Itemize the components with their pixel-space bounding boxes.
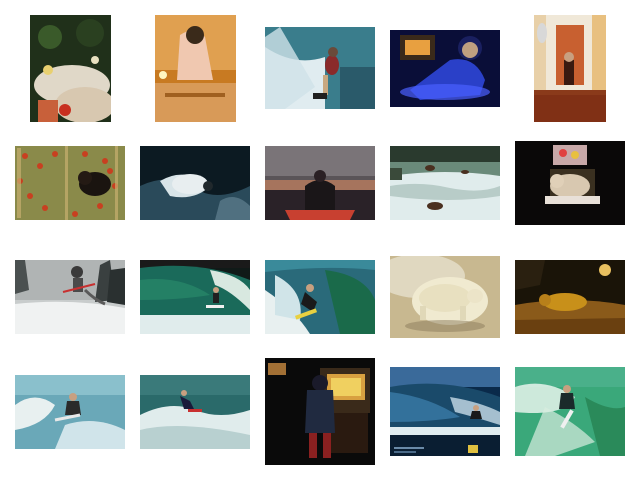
photo-thumbnail-r3c2[interactable]	[140, 260, 250, 334]
polar-bear-figurine-image	[390, 256, 500, 338]
photo-thumbnail-r3c5[interactable]	[515, 260, 625, 334]
photo-thumbnail-r2c3[interactable]	[265, 146, 375, 220]
surfer-wave-barrel-image	[140, 260, 250, 334]
person-in-hallway-image	[534, 15, 606, 122]
snowboarder-jump-image	[15, 260, 125, 334]
photo-thumbnail-r4c3[interactable]	[265, 358, 375, 465]
photo-thumbnail-r1c5[interactable]	[534, 15, 606, 122]
photo-thumbnail-r4c5[interactable]	[515, 367, 625, 456]
photo-thumbnail-r4c1[interactable]	[15, 375, 125, 449]
woman-blue-light-image	[390, 30, 500, 107]
photo-thumbnail-r2c5[interactable]	[515, 141, 625, 225]
photo-thumbnail-r1c3[interactable]	[265, 27, 375, 109]
surfer-green-wave-image	[265, 260, 375, 334]
person-on-boat-dusk-image	[265, 146, 375, 220]
big-wave-surfer-image	[390, 367, 500, 456]
photo-thumbnail-r1c1[interactable]	[30, 15, 111, 122]
water-skier-image	[265, 27, 375, 109]
dog-in-dark-room-image	[515, 141, 625, 225]
surfer-turning-image	[140, 375, 250, 449]
animal-at-night-image	[515, 260, 625, 334]
photo-thumbnail-r3c3[interactable]	[265, 260, 375, 334]
photo-thumbnail-r2c2[interactable]	[140, 146, 250, 220]
photo-thumbnail-r4c2[interactable]	[140, 375, 250, 449]
photo-thumbnail-r1c2[interactable]	[155, 15, 236, 122]
surfer-spray-image	[15, 375, 125, 449]
photo-thumbnail-r3c1[interactable]	[15, 260, 125, 334]
child-playing-arcade-image	[265, 358, 375, 465]
photo-thumbnail-r2c4[interactable]	[390, 146, 500, 220]
photo-thumbnail-r2c1[interactable]	[15, 146, 125, 220]
fish-bowl-figurines-image	[30, 15, 111, 122]
photo-thumbnail-r1c4[interactable]	[390, 30, 500, 107]
surfer-green-water-image	[515, 367, 625, 456]
polar-bear-water-image	[140, 146, 250, 220]
girl-in-lit-room-image	[155, 15, 236, 122]
photo-thumbnail-r3c4[interactable]	[390, 256, 500, 338]
bear-in-flowers-image	[15, 146, 125, 220]
bears-in-river-image	[390, 146, 500, 220]
photo-thumbnail-r4c4[interactable]	[390, 367, 500, 456]
